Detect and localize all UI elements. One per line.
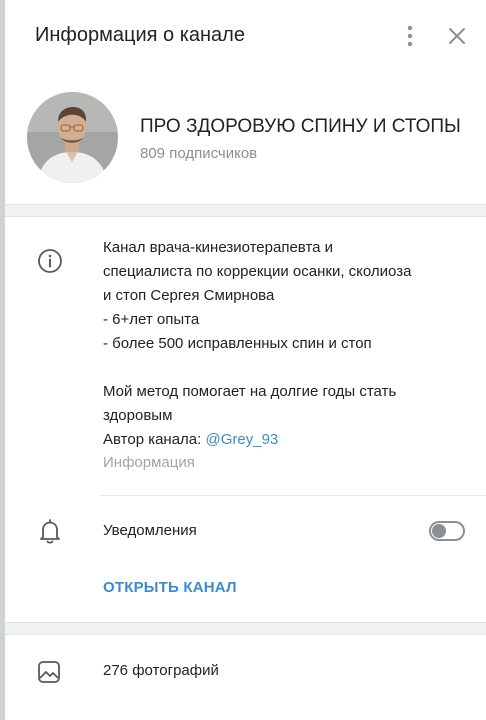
open-channel-button[interactable]: ОТКРЫТЬ КАНАЛ: [103, 579, 237, 596]
subscriber-count: 809 подписчиков: [140, 145, 258, 162]
description-line: [103, 356, 468, 380]
close-icon: [449, 28, 465, 44]
description-line: - 6+лет опыта: [103, 311, 200, 328]
panel-title: Информация о канале: [35, 24, 245, 46]
author-prefix: Автор канала:: [103, 431, 206, 448]
info-icon: [37, 248, 63, 274]
avatar-photo: [27, 92, 118, 183]
channel-description: Канал врача-кинезиотерапевта и специалис…: [103, 236, 468, 452]
channel-profile: ПРО ЗДОРОВУЮ СПИНУ И СТОПЫ 809 подписчик…: [5, 82, 486, 192]
section-divider: [5, 622, 486, 635]
description-line: Канал врача-кинезиотерапевта и: [103, 239, 334, 256]
description-line: - более 500 исправленных спин и стоп: [103, 335, 372, 352]
close-button[interactable]: [445, 24, 469, 48]
description-line: специалиста по коррекции осанки, сколиоз…: [103, 263, 412, 280]
photos-count-label: 276 фотографий: [103, 662, 219, 679]
info-caption: Информация: [103, 454, 195, 471]
description-line: здоровым: [103, 407, 173, 424]
notifications-label: Уведомления: [103, 522, 197, 539]
author-line: Автор канала: @Grey_93: [103, 428, 468, 452]
row-separator: [100, 495, 486, 496]
notifications-toggle[interactable]: [429, 521, 465, 541]
author-link[interactable]: @Grey_93: [206, 431, 279, 448]
channel-info-panel: Информация о канале ПРО ЗДОРОВУЮ СПИНУ И…: [5, 0, 486, 720]
more-menu-button[interactable]: [398, 24, 422, 48]
description-line: и стоп Сергея Смирнова: [103, 287, 275, 304]
description-line: Мой метод помогает на долгие годы стать: [103, 383, 397, 400]
section-divider: [5, 204, 486, 217]
panel-header: Информация о канале: [5, 0, 486, 72]
toggle-knob: [432, 524, 446, 538]
photos-row[interactable]: 276 фотографий: [5, 644, 486, 700]
more-vertical-icon: [407, 25, 413, 47]
bell-icon: [37, 518, 63, 546]
photo-icon: [37, 660, 61, 684]
avatar[interactable]: [27, 92, 118, 183]
channel-name: ПРО ЗДОРОВУЮ СПИНУ И СТОПЫ: [140, 116, 461, 137]
